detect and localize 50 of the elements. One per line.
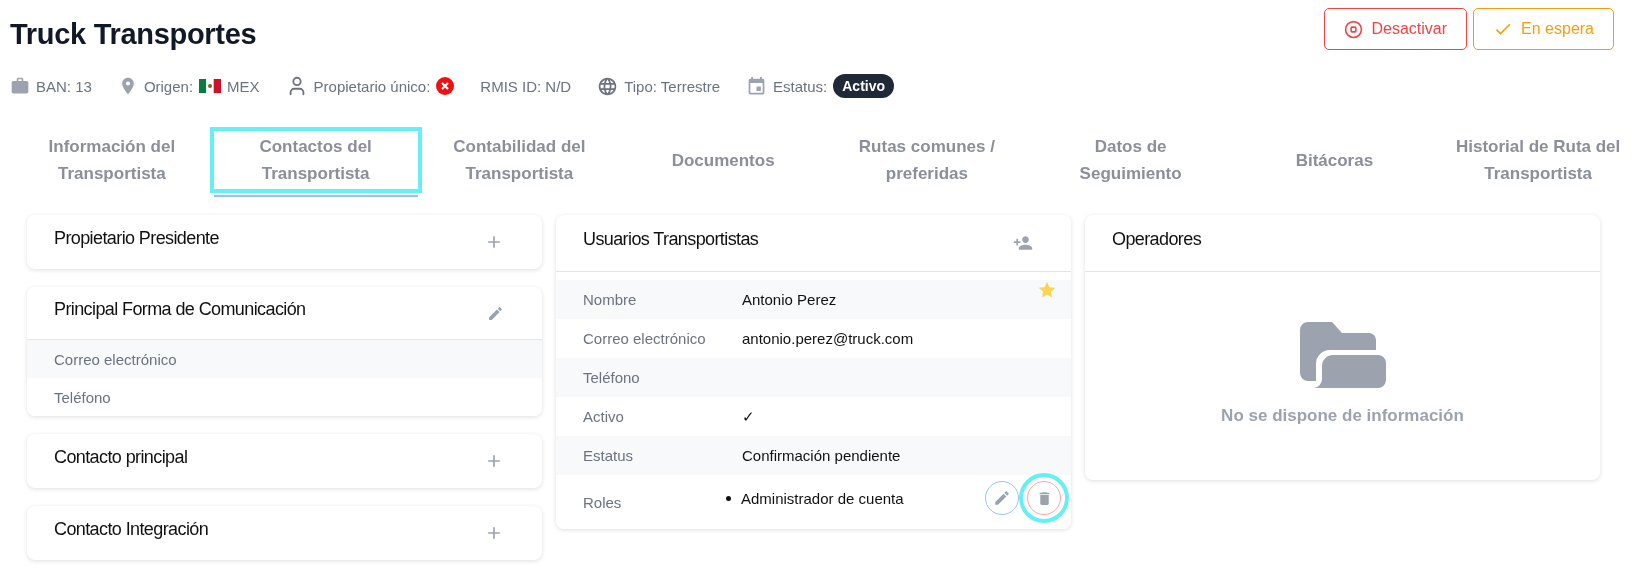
- status-badge: Activo: [833, 74, 895, 98]
- mexico-flag-icon: [199, 79, 222, 93]
- folders-icon: [1299, 322, 1386, 388]
- card-title: Propietario Presidente: [54, 227, 219, 249]
- list-item: Teléfono: [27, 378, 542, 416]
- bullet-icon: [726, 495, 731, 501]
- field-label: Teléfono: [583, 369, 640, 386]
- field-label: Nombre: [583, 291, 637, 308]
- meta-label: BAN: 13: [36, 77, 92, 95]
- meta-label: RMIS ID: N/D: [480, 77, 572, 95]
- field-label: Estatus: [583, 447, 634, 464]
- globe-icon: [597, 75, 619, 97]
- tab[interactable]: Información del Transportista: [10, 125, 214, 197]
- field-label: Roles: [583, 493, 622, 511]
- empty-message: No se dispone de información: [1221, 406, 1464, 426]
- edit-button[interactable]: [487, 304, 504, 322]
- tab[interactable]: Documentos: [621, 125, 825, 197]
- meta-label: Estatus:: [773, 77, 828, 95]
- user-plus-icon: [1013, 233, 1033, 253]
- meta-label: Origen:: [143, 77, 194, 95]
- tab[interactable]: Datos de Seguimiento: [1028, 125, 1233, 197]
- list-item: Correo electrónico: [27, 340, 542, 378]
- field-value: antonio.perez@truck.com: [742, 330, 915, 347]
- card-title: Usuarios Transportistas: [583, 228, 759, 250]
- field-value: ✓: [742, 407, 756, 426]
- pencil-icon: [993, 489, 1011, 507]
- field-label: Activo: [583, 408, 624, 425]
- card-title: Operadores: [1112, 228, 1202, 250]
- tab[interactable]: Contabilidad del Transportista: [417, 125, 622, 197]
- tab[interactable]: Rutas comunes / preferidas: [825, 125, 1029, 197]
- card-title: Contacto principal: [54, 446, 188, 468]
- pencil-icon: [487, 304, 504, 322]
- briefcase-icon: [10, 76, 30, 96]
- tab[interactable]: Historial de Ruta del Transportista: [1436, 125, 1640, 197]
- meta-label: Propietario único:: [313, 77, 431, 95]
- tab[interactable]: Bitácoras: [1232, 125, 1437, 197]
- add-user-button[interactable]: [1013, 233, 1033, 253]
- meta-value: MEX: [227, 77, 260, 95]
- meta-label: Tipo: Terrestre: [624, 77, 721, 95]
- field-value: Antonio Perez: [742, 291, 838, 308]
- field-label: Correo electrónico: [583, 330, 706, 347]
- stop-circle-icon: [1344, 19, 1364, 39]
- field-value: Confirmación pendiente: [742, 447, 902, 464]
- card-title: Contacto Integración: [54, 518, 209, 540]
- deactivate-button[interactable]: Desactivar: [1324, 8, 1468, 50]
- card-title: Principal Forma de Comunicación: [54, 298, 306, 320]
- edit-button[interactable]: [985, 481, 1019, 515]
- role-item: Administrador de cuenta: [741, 489, 904, 507]
- page-title: Truck Transportes: [10, 18, 257, 51]
- hold-button[interactable]: En espera: [1473, 8, 1614, 50]
